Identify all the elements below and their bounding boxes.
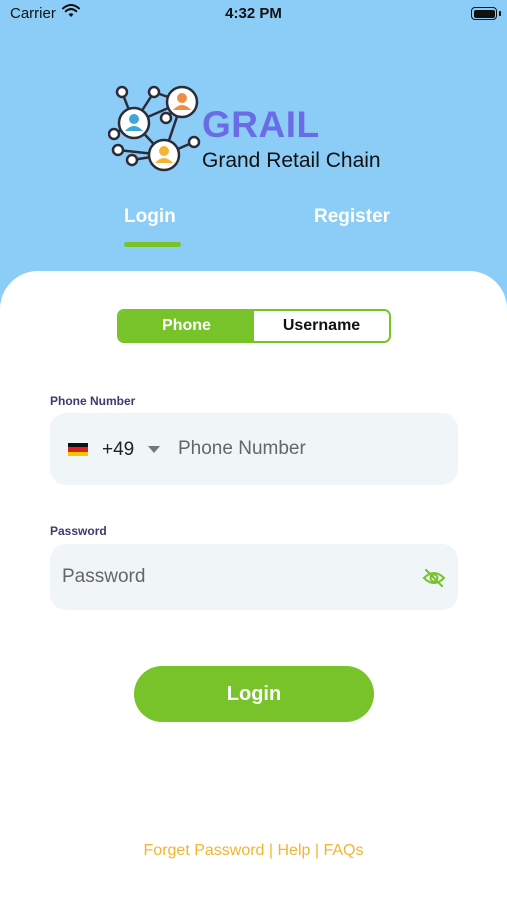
tab-login[interactable]: Login [124,206,176,228]
link-separator: | [310,842,324,859]
password-input[interactable] [62,563,402,591]
brand-name: GRAIL [202,104,320,145]
link-separator: | [264,842,278,859]
germany-flag-icon[interactable] [68,443,88,456]
phone-number-label: Phone Number [50,394,136,408]
phone-number-field: +49 [50,413,458,485]
network-people-logo-icon [108,85,201,172]
help-link[interactable]: Help [278,842,311,859]
login-method-segmented-control: Phone Username [117,309,391,343]
brand-tagline: Grand Retail Chain [202,149,381,172]
chevron-down-icon[interactable] [148,446,160,453]
battery-cap [499,11,501,16]
active-tab-indicator [124,242,181,247]
eye-off-icon[interactable] [422,568,446,588]
country-code[interactable]: +49 [102,439,134,461]
segment-username[interactable]: Username [254,311,389,341]
forget-password-link[interactable]: Forget Password [144,842,265,859]
login-card: Phone Username Phone Number +49 Password… [0,271,507,900]
grail-logo: GRAIL Grand Retail Chain [108,78,408,178]
segment-phone[interactable]: Phone [119,311,254,341]
footer-links: Forget Password | Help | FAQs [0,842,507,860]
password-field [50,544,458,610]
status-time: 4:32 PM [225,5,282,22]
faqs-link[interactable]: FAQs [323,842,363,859]
password-label: Password [50,524,107,538]
battery-icon [471,7,497,20]
tab-register[interactable]: Register [314,206,390,228]
auth-tabs: Login Register [0,200,507,252]
login-button[interactable]: Login [134,666,374,722]
phone-number-input[interactable] [178,435,438,463]
status-bar: Carrier 4:32 PM [0,0,507,28]
